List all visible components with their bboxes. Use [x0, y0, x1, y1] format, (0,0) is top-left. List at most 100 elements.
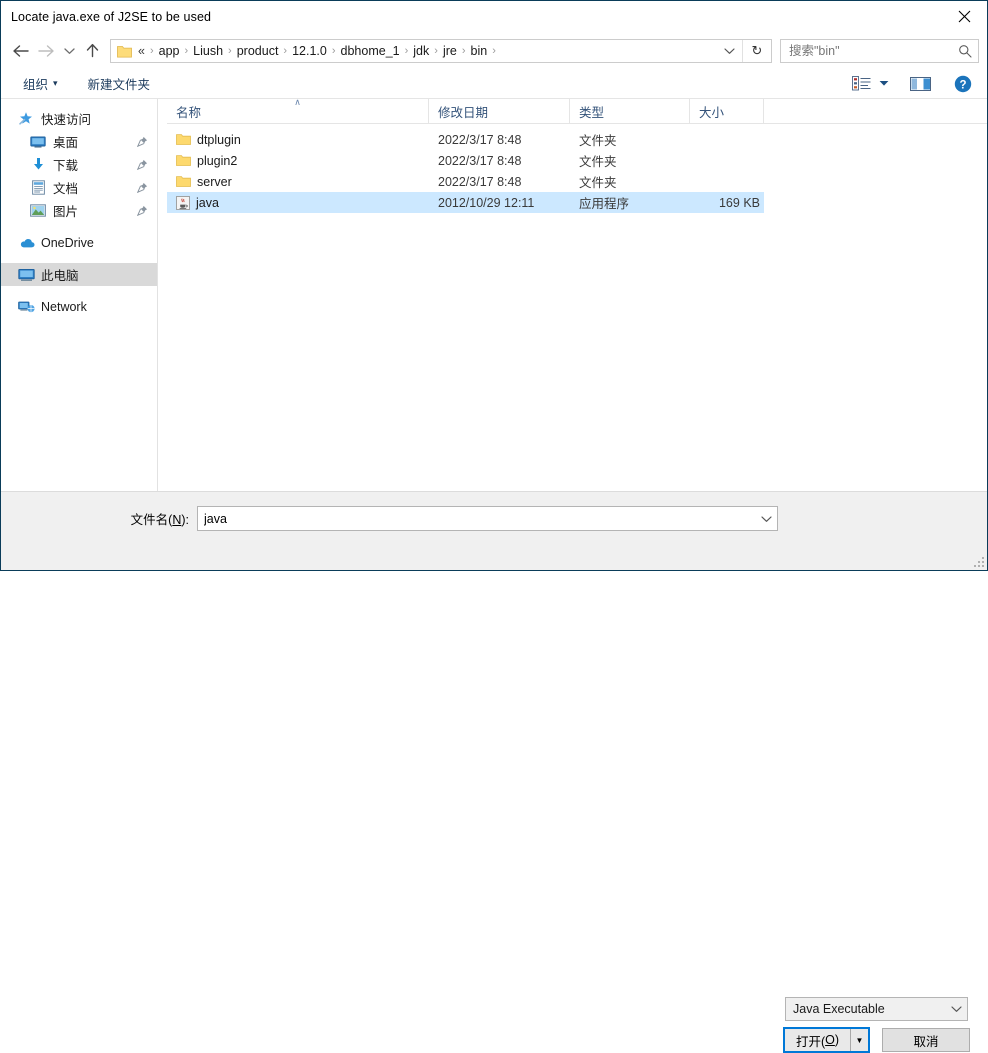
breadcrumb-item-jre[interactable]: jre: [440, 43, 460, 59]
filename-dropdown-button[interactable]: [755, 507, 777, 530]
breadcrumb-item-jdk[interactable]: jdk: [410, 43, 432, 59]
back-button[interactable]: [7, 38, 33, 64]
filename-label-accesskey: N: [172, 513, 182, 527]
pin-icon[interactable]: [135, 136, 149, 147]
breadcrumb-item-dbhome[interactable]: dbhome_1: [338, 43, 403, 59]
sidebar-label: 下载: [53, 159, 79, 173]
resize-grip[interactable]: [974, 557, 984, 567]
sidebar-item-documents[interactable]: 文档: [1, 176, 157, 199]
breadcrumb-separator: ›: [434, 44, 438, 57]
table-row[interactable]: server 2022/3/17 8:48 文件夹: [167, 171, 764, 192]
filetype-combobox[interactable]: Java Executable: [785, 997, 968, 1021]
breadcrumb-separator: ›: [184, 44, 189, 57]
pin-icon[interactable]: [135, 159, 149, 170]
cell-name: java: [167, 196, 429, 210]
refresh-button[interactable]: ↻: [742, 39, 771, 62]
breadcrumb: « › app › Liush › product › 12.1.0 › dbh…: [136, 43, 716, 59]
breadcrumb-separator: ›: [283, 44, 288, 57]
chevron-down-icon: [950, 1006, 962, 1012]
breadcrumb-item-app[interactable]: app: [156, 43, 183, 59]
arrow-right-icon: [37, 44, 54, 57]
sidebar-item-this-pc[interactable]: 此电脑: [1, 263, 157, 286]
column-header-size[interactable]: 大小: [690, 99, 764, 123]
table-row[interactable]: java 2012/10/29 12:11 应用程序 169 KB: [167, 192, 764, 213]
breadcrumb-item-version[interactable]: 12.1.0: [289, 43, 330, 59]
search-input[interactable]: [781, 42, 952, 59]
table-row[interactable]: plugin2 2022/3/17 8:48 文件夹: [167, 150, 764, 171]
change-view-button[interactable]: [847, 73, 875, 95]
onedrive-cloud-icon: [15, 237, 37, 249]
address-bar[interactable]: « › app › Liush › product › 12.1.0 › dbh…: [110, 38, 772, 63]
preview-pane-button[interactable]: [907, 73, 935, 95]
sidebar-item-onedrive[interactable]: OneDrive: [1, 231, 157, 254]
cell-date: 2022/3/17 8:48: [438, 153, 522, 168]
open-label-post: ): [834, 1033, 840, 1047]
sidebar-label: 文档: [53, 182, 79, 196]
open-button[interactable]: 打开(O): [785, 1029, 850, 1051]
organize-button[interactable]: 组织 ▾: [17, 72, 64, 95]
pin-icon[interactable]: [135, 205, 149, 216]
filename-label-post: ):: [181, 513, 189, 527]
cell-type: 应用程序: [579, 197, 630, 211]
breadcrumb-item-liush[interactable]: Liush: [190, 43, 226, 59]
cell-date: 2012/10/29 12:11: [438, 195, 535, 210]
quick-access-star-icon: [15, 111, 37, 126]
file-name: dtplugin: [197, 132, 241, 147]
folder-icon: [176, 154, 191, 167]
column-header-date[interactable]: 修改日期: [429, 99, 570, 123]
close-button[interactable]: [942, 1, 987, 31]
open-split-button[interactable]: 打开(O) ▼: [783, 1027, 870, 1053]
cancel-button[interactable]: 取消: [882, 1028, 970, 1052]
chevron-down-icon: [760, 515, 772, 522]
magnifier-icon: [959, 44, 972, 58]
file-rows: dtplugin 2022/3/17 8:48 文件夹 plugin2 2022…: [167, 124, 987, 491]
sidebar-item-desktop[interactable]: 桌面: [1, 130, 157, 153]
sidebar-item-quick-access[interactable]: 快速访问: [1, 107, 157, 130]
column-label: 修改日期: [438, 105, 489, 120]
pin-icon[interactable]: [135, 182, 149, 193]
address-dropdown-button[interactable]: [716, 40, 742, 62]
sort-ascending-icon: ∧: [294, 99, 301, 107]
filename-combobox[interactable]: [197, 506, 778, 531]
forward-button[interactable]: [33, 38, 59, 64]
cell-date: 2022/3/17 8:48: [438, 132, 522, 147]
column-header-type[interactable]: 类型: [570, 99, 690, 123]
file-name: plugin2: [197, 153, 238, 168]
breadcrumb-overflow[interactable]: «: [136, 43, 148, 59]
table-row[interactable]: dtplugin 2022/3/17 8:48 文件夹: [167, 129, 764, 150]
search-box[interactable]: [780, 38, 979, 63]
breadcrumb-item-bin[interactable]: bin: [468, 43, 491, 59]
file-open-dialog: Locate java.exe of J2SE to be used « › a…: [0, 0, 988, 1053]
sidebar-label: OneDrive: [41, 235, 94, 250]
chevron-down-icon: ▾: [53, 78, 58, 88]
open-dropdown-button[interactable]: ▼: [850, 1029, 868, 1051]
dialog-footer: 文件名(N): Java Executable 打开(O) ▼: [1, 491, 987, 1053]
new-folder-button[interactable]: 新建文件夹: [82, 72, 157, 95]
filename-input[interactable]: [198, 510, 755, 527]
arrow-left-icon: [12, 44, 29, 57]
dialog-body: 快速访问 桌面 下载 文档 图片 OneDrive 此电脑 Network ∧ …: [1, 99, 987, 491]
filetype-dropdown-button[interactable]: [945, 998, 967, 1021]
sidebar-item-pictures[interactable]: 图片: [1, 199, 157, 222]
chevron-down-icon: [879, 81, 889, 86]
dialog-title: Locate java.exe of J2SE to be used: [11, 9, 212, 24]
arrow-up-icon: [86, 43, 98, 58]
command-toolbar: 组织 ▾ 新建文件夹 ?: [1, 69, 987, 99]
cell-name: plugin2: [167, 154, 429, 168]
column-header-name[interactable]: ∧ 名称: [167, 99, 429, 123]
column-label: 大小: [699, 105, 725, 120]
recent-locations-button[interactable]: [59, 38, 79, 64]
sidebar-item-network[interactable]: Network: [1, 295, 157, 318]
sidebar-label: Network: [41, 299, 87, 314]
folder-icon: [117, 45, 132, 57]
sidebar-item-downloads[interactable]: 下载: [1, 153, 157, 176]
breadcrumb-item-product[interactable]: product: [234, 43, 282, 59]
search-icon[interactable]: [952, 44, 978, 58]
help-button[interactable]: ?: [949, 73, 977, 95]
downloads-icon: [27, 157, 49, 172]
up-button[interactable]: [79, 38, 105, 64]
view-dropdown-button[interactable]: [875, 73, 893, 95]
cell-type: 文件夹: [579, 176, 617, 190]
breadcrumb-separator: ›: [461, 44, 466, 57]
